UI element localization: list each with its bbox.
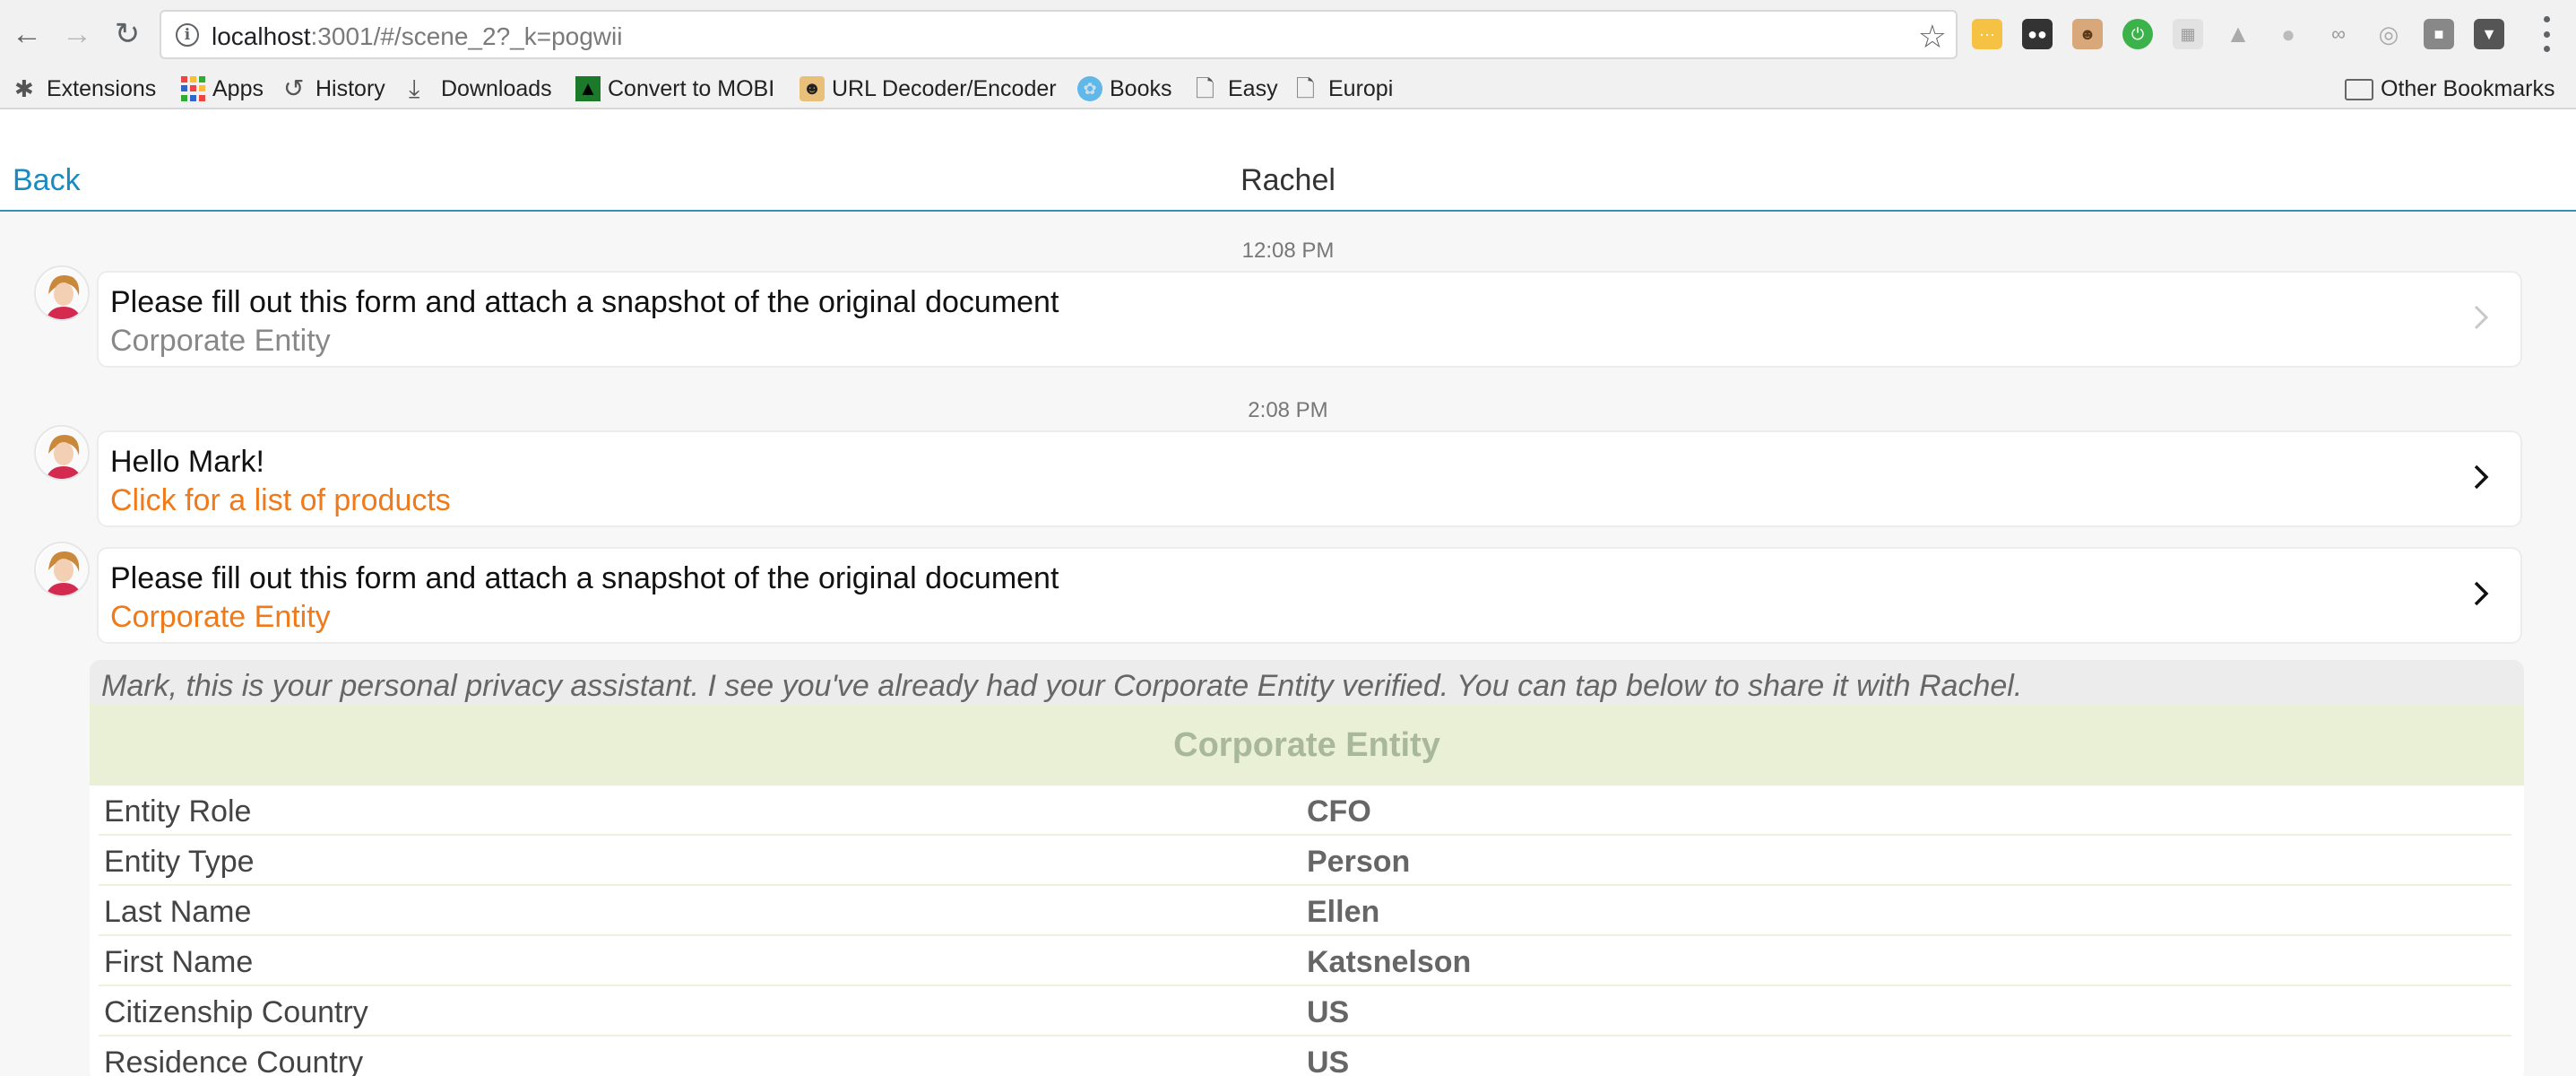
ext-bulb-icon[interactable]: ● [2273,19,2304,49]
table-row: Residence Country US [90,1037,2524,1076]
bookmark-other-bookmarks[interactable]: Other Bookmarks [2345,70,2555,108]
table-row: Last Name Ellen [90,886,2524,936]
ext-grid-icon[interactable]: ▦ [2173,19,2203,49]
message-text: Please fill out this form and attach a s… [110,561,1059,595]
books-icon: ✿ [1077,76,1102,101]
url-decoder-icon: ☻ [800,76,825,101]
bookmark-label: History [316,75,385,101]
screen: ← → ↻ i localhost:3001/#/scene_2?_k=pogw… [0,0,2576,1076]
browser-menu-icon[interactable] [2542,16,2551,52]
reload-icon[interactable]: ↻ [108,14,147,54]
chevron-right-icon[interactable] [2463,576,2499,612]
ext-square-icon[interactable]: ■ [2424,19,2454,49]
avatar [34,425,90,481]
ext-glasses-icon[interactable]: ∞ [2323,19,2354,49]
apps-grid-icon [181,76,205,101]
field-key: Residence Country [104,1046,364,1076]
folder-icon [2345,79,2373,100]
url-path: :3001/#/scene_2?_k=pogwii [310,22,623,50]
page-icon: 🗋 [1196,75,1215,102]
bookmark-label: Apps [212,75,264,101]
chevron-right-icon[interactable] [2463,299,2499,335]
extension-icons: ··· ●● ☻ ⏻ ▦ ▲ ● ∞ ◎ ■ ▼ [1972,16,2524,52]
bookmark-label: Downloads [441,75,552,101]
entity-header[interactable]: Corporate Entity [90,705,2524,785]
field-key: First Name [104,945,254,979]
message-timestamp: 2:08 PM [1248,398,1328,422]
assistant-note: Mark, this is your personal privacy assi… [101,669,2023,703]
ext-yellow-icon[interactable]: ··· [1972,19,2002,49]
info-icon[interactable]: i [176,23,199,47]
bookmarks-bar: ✱ Extensions Apps ↺ History ⤓ Downloads … [0,70,2576,109]
url-host: localhost [212,22,311,50]
message-text: Please fill out this form and attach a s… [110,285,1059,319]
message-bubble[interactable]: Please fill out this form and attach a s… [97,271,2522,368]
bookmark-europi[interactable]: 🗋 Europi [1296,70,1393,108]
browser-toolbar: ← → ↻ i localhost:3001/#/scene_2?_k=pogw… [0,0,2576,70]
forward-arrow-icon[interactable]: → [57,14,97,54]
ext-circle-icon[interactable]: ◎ [2373,19,2404,49]
table-row: Entity Role CFO [90,785,2524,836]
ext-binoculars-icon[interactable]: ●● [2022,19,2053,49]
field-value: Katsnelson [1307,945,1472,979]
avatar [34,542,90,597]
chat-header: Back Rachel [0,109,2576,212]
avatar [34,265,90,321]
message-timestamp: 12:08 PM [1241,239,1335,263]
back-arrow-icon[interactable]: ← [7,14,47,54]
avatar-image [37,544,88,595]
field-key: Citizenship Country [104,995,368,1029]
ext-drive-icon[interactable]: ▲ [2223,19,2253,49]
bookmark-easy[interactable]: 🗋 Easy [1196,70,1278,108]
privacy-assistant-card[interactable]: Mark, this is your personal privacy assi… [90,660,2524,1076]
message-link[interactable]: Corporate Entity [110,600,331,635]
message-bubble[interactable]: Hello Mark! Click for a list of products [97,430,2522,527]
field-value: US [1307,995,1350,1029]
bookmark-apps[interactable]: Apps [181,70,264,108]
entity-fields-table: Entity Role CFO Entity Type Person Last … [90,785,2524,1076]
field-value: CFO [1307,794,1371,829]
bookmark-extensions[interactable]: ✱ Extensions [14,70,156,108]
table-row: Citizenship Country US [90,986,2524,1037]
mobi-icon: ▲ [575,76,601,101]
bookmark-books[interactable]: ✿ Books [1077,70,1171,108]
address-bar[interactable]: i localhost:3001/#/scene_2?_k=pogwii ☆ [160,10,1958,59]
url-text[interactable]: localhost:3001/#/scene_2?_k=pogwii [212,22,622,51]
field-key: Last Name [104,895,252,929]
bookmark-star-icon[interactable]: ☆ [1918,18,1947,56]
field-key: Entity Type [104,845,255,879]
bookmark-downloads[interactable]: ⤓ Downloads [409,70,552,108]
table-row: Entity Type Person [90,836,2524,886]
ext-face-icon[interactable]: ☻ [2072,19,2103,49]
message-link[interactable]: Click for a list of products [110,483,451,518]
history-icon: ↺ [283,74,305,102]
table-row: First Name Katsnelson [90,936,2524,986]
avatar-image [37,428,88,479]
chevron-right-icon[interactable] [2463,459,2499,495]
bookmark-label: Other Bookmarks [2381,75,2555,101]
bookmark-label: Extensions [47,75,157,101]
ext-green-power-icon[interactable]: ⏻ [2122,19,2153,49]
message-link[interactable]: Corporate Entity [110,324,331,359]
avatar-image [37,268,88,319]
bookmark-label: Europi [1328,75,1394,101]
field-key: Entity Role [104,794,252,829]
bookmark-label: Easy [1228,75,1278,101]
page-icon: 🗋 [1296,75,1315,102]
bookmark-label: URL Decoder/Encoder [832,75,1057,101]
message-text: Hello Mark! [110,445,264,479]
download-icon: ⤓ [409,74,420,102]
bookmark-label: Books [1110,75,1172,101]
message-bubble[interactable]: Please fill out this form and attach a s… [97,547,2522,644]
puzzle-icon: ✱ [14,75,34,102]
bookmark-history[interactable]: ↺ History [283,70,385,108]
bookmark-url-decoder[interactable]: ☻ URL Decoder/Encoder [800,70,1057,108]
ext-pocket-icon[interactable]: ▼ [2474,19,2504,49]
bookmark-convert-to-mobi[interactable]: ▲ Convert to MOBI [575,70,774,108]
bookmark-label: Convert to MOBI [608,75,775,101]
chat-title: Rachel [1240,163,1336,197]
field-value: Person [1307,845,1411,879]
field-value: Ellen [1307,895,1380,929]
field-value: US [1307,1046,1350,1076]
